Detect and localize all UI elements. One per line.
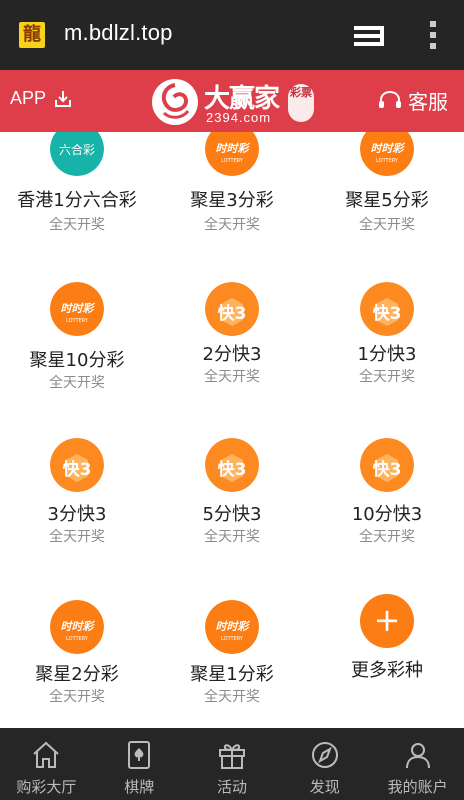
game-item[interactable]: 时时彩 LOTTERY 聚星3分彩 全天开奖 [155, 132, 309, 258]
shishicai-icon: 时时彩 LOTTERY [50, 600, 104, 654]
shishicai-icon: 时时彩 LOTTERY [360, 132, 414, 176]
download-icon [55, 90, 72, 107]
game-item[interactable]: 六合彩 香港1分六合彩 全天开奖 [0, 132, 154, 258]
svg-text:快3: 快3 [218, 303, 247, 324]
service-label: 客服 [408, 90, 448, 114]
game-subtitle: 全天开奖 [49, 689, 105, 705]
logo-swirl-icon [152, 79, 198, 125]
game-subtitle: 全天开奖 [204, 689, 260, 705]
nav-label: 棋牌 [124, 778, 155, 796]
logo-domain: 2394.com [206, 110, 272, 125]
svg-text:快3: 快3 [373, 303, 402, 324]
game-item[interactable]: 快3 5分快3 全天开奖 [155, 424, 309, 580]
kuai3-icon: 快3 [50, 438, 104, 492]
game-subtitle: 全天开奖 [49, 217, 105, 233]
browser-bar: 龍 m.bdlzl.top [0, 0, 464, 70]
plus-icon: + [360, 594, 414, 648]
kuai3-icon: 快3 [360, 438, 414, 492]
game-subtitle: 全天开奖 [359, 369, 415, 385]
shishicai-icon: 时时彩 LOTTERY [50, 282, 104, 336]
game-title: 聚星3分彩 [190, 190, 274, 211]
game-grid: 六合彩 香港1分六合彩 全天开奖 时时彩 LOTTERY 聚星3分彩 全天开奖 时… [0, 132, 464, 728]
nav-item-cards[interactable]: 棋牌 [93, 728, 186, 800]
nav-label: 购彩大厅 [16, 778, 77, 796]
svg-text:快3: 快3 [218, 459, 247, 480]
game-subtitle: 全天开奖 [204, 369, 260, 385]
svg-text:LOTTERY: LOTTERY [66, 636, 89, 642]
cards-icon [128, 741, 151, 769]
kuai3-icon: 快3 [205, 282, 259, 336]
nav-item-activity[interactable]: 活动 [186, 728, 279, 800]
game-title: 1分快3 [357, 344, 417, 365]
svg-text:快3: 快3 [63, 459, 92, 480]
game-subtitle: 全天开奖 [204, 217, 260, 233]
overflow-menu-icon[interactable] [428, 20, 438, 50]
game-item[interactable]: 快3 10分快3 全天开奖 [310, 424, 464, 580]
headset-icon [379, 90, 401, 108]
kuai3-icon: 快3 [205, 438, 259, 492]
nav-label: 活动 [216, 778, 247, 796]
game-item[interactable]: 时时彩 LOTTERY 聚星5分彩 全天开奖 [310, 132, 464, 258]
svg-text:LOTTERY: LOTTERY [376, 158, 399, 164]
game-subtitle: 全天开奖 [49, 529, 105, 545]
kuai3-icon: 快3 [360, 282, 414, 336]
nav-item-account[interactable]: 我的账户 [371, 728, 464, 800]
game-title: 2分快3 [202, 344, 262, 365]
nav-label: 发现 [309, 778, 340, 796]
nav-item-lobby[interactable]: 购彩大厅 [0, 728, 93, 800]
site-header: APP 大赢家 2394.com 彩票 客服 [0, 70, 464, 132]
site-favicon: 龍 [19, 22, 45, 48]
game-item[interactable]: 时时彩 LOTTERY 聚星2分彩 全天开奖 [0, 580, 154, 728]
nav-item-discover[interactable]: 发现 [278, 728, 371, 800]
game-item[interactable]: 快3 2分快3 全天开奖 [155, 268, 309, 424]
logo-badge: 彩票 [288, 84, 314, 122]
app-label: APP [10, 88, 47, 108]
svg-text:时时彩: 时时彩 [61, 620, 96, 633]
svg-text:时时彩: 时时彩 [61, 302, 96, 315]
bottom-nav: 购彩大厅 棋牌 活动 发现 我的账户 [0, 728, 464, 800]
shishicai-icon: 时时彩 LOTTERY [205, 600, 259, 654]
game-title: 3分快3 [47, 504, 107, 525]
svg-text:时时彩: 时时彩 [216, 620, 251, 633]
more-games-title: 更多彩种 [351, 660, 423, 681]
customer-service-button[interactable]: 客服 [378, 86, 448, 115]
game-title: 香港1分六合彩 [17, 190, 137, 211]
svg-text:时时彩: 时时彩 [216, 142, 251, 155]
home-icon [33, 741, 60, 768]
more-games-item[interactable]: + 更多彩种 [310, 580, 464, 728]
game-title: 10分快3 [351, 504, 423, 525]
compass-icon [311, 742, 338, 768]
gift-icon [218, 744, 245, 769]
game-item[interactable]: 快3 1分快3 全天开奖 [310, 268, 464, 424]
svg-text:LOTTERY: LOTTERY [66, 318, 89, 324]
game-title: 聚星1分彩 [190, 664, 274, 685]
game-subtitle: 全天开奖 [359, 529, 415, 545]
tabs-icon[interactable] [354, 24, 386, 48]
game-title: 聚星2分彩 [35, 664, 119, 685]
svg-text:时时彩: 时时彩 [371, 142, 406, 155]
nav-label: 我的账户 [387, 778, 448, 796]
game-item[interactable]: 时时彩 LOTTERY 聚星1分彩 全天开奖 [155, 580, 309, 728]
url-bar[interactable]: m.bdlzl.top [64, 20, 173, 46]
shishicai-icon: 时时彩 LOTTERY [205, 132, 259, 176]
svg-text:LOTTERY: LOTTERY [221, 636, 244, 642]
liuhecai-icon: 六合彩 [50, 132, 104, 176]
app-download-button[interactable]: APP [10, 88, 72, 109]
game-item[interactable]: 时时彩 LOTTERY 聚星10分彩 全天开奖 [0, 268, 154, 424]
site-logo[interactable]: 大赢家 2394.com 彩票 [150, 76, 320, 128]
game-subtitle: 全天开奖 [49, 375, 105, 391]
game-title: 5分快3 [202, 504, 262, 525]
svg-text:六合彩: 六合彩 [59, 142, 95, 157]
game-subtitle: 全天开奖 [359, 217, 415, 233]
game-item[interactable]: 快3 3分快3 全天开奖 [0, 424, 154, 580]
game-title: 聚星5分彩 [345, 190, 429, 211]
svg-text:快3: 快3 [373, 459, 402, 480]
game-subtitle: 全天开奖 [204, 529, 260, 545]
game-title: 聚星10分彩 [29, 350, 125, 371]
user-icon [405, 743, 430, 769]
svg-text:LOTTERY: LOTTERY [221, 158, 244, 164]
